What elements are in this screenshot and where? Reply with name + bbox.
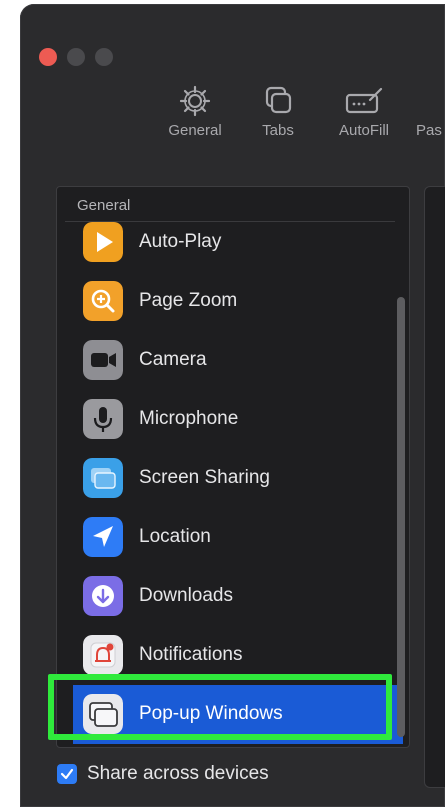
sidebar-item-page-zoom[interactable]: Page Zoom xyxy=(57,272,397,331)
autofill-icon xyxy=(345,87,383,114)
sidebar-item-downloads[interactable]: Downloads xyxy=(57,567,397,626)
settings-detail-panel xyxy=(424,186,445,788)
section-header-general: General xyxy=(77,197,131,214)
minimize-window-button[interactable] xyxy=(67,48,85,66)
gear-icon xyxy=(179,85,211,117)
zoom-icon xyxy=(83,281,123,321)
popup-windows-icon xyxy=(83,694,123,734)
toolbar-autofill-button[interactable]: AutoFill xyxy=(324,84,404,139)
sidebar-item-label: Page Zoom xyxy=(139,290,238,311)
toolbar-passwords-button[interactable]: Pas xyxy=(416,84,445,139)
toolbar-passwords-label: Pas xyxy=(416,122,442,139)
location-icon xyxy=(83,517,123,557)
sidebar-item-label: Pop-up Windows xyxy=(139,703,283,724)
toolbar-tabs-label: Tabs xyxy=(262,122,294,139)
toolbar-tabs-button[interactable]: Tabs xyxy=(238,84,318,139)
toolbar-general-label: General xyxy=(168,122,222,139)
sidebar-item-microphone[interactable]: Microphone xyxy=(57,390,397,449)
toolbar-general-button[interactable]: General xyxy=(155,84,235,139)
safari-settings-window: General Tabs AutoFill Pas General Auto-P… xyxy=(20,4,445,807)
website-settings-list: General Auto-Play Page Zoom Camera Micro… xyxy=(56,186,410,748)
sidebar-item-label: Microphone xyxy=(139,408,239,429)
sidebar-item-label: Screen Sharing xyxy=(139,467,270,488)
sidebar-item-label: Camera xyxy=(139,349,207,370)
sidebar-item-label: Notifications xyxy=(139,644,243,665)
screen: General Tabs AutoFill Pas General Auto-P… xyxy=(0,0,445,807)
checkmark-icon xyxy=(60,768,74,780)
play-icon xyxy=(83,222,123,262)
sidebar-item-auto-play[interactable]: Auto-Play xyxy=(57,213,397,272)
tabs-icon xyxy=(265,86,292,114)
share-across-devices-label: Share across devices xyxy=(87,763,269,784)
screen-sharing-icon xyxy=(83,458,123,498)
share-across-devices-checkbox[interactable] xyxy=(57,764,77,784)
list-scrollbar[interactable] xyxy=(397,297,405,737)
sidebar-item-notifications[interactable]: Notifications xyxy=(57,626,397,685)
microphone-icon xyxy=(83,399,123,439)
sidebar-item-label: Location xyxy=(139,526,211,547)
notifications-icon xyxy=(83,635,123,675)
sidebar-item-location[interactable]: Location xyxy=(57,508,397,567)
camera-icon xyxy=(83,340,123,380)
sidebar-item-label: Auto-Play xyxy=(139,231,222,252)
sidebar-item-screen-sharing[interactable]: Screen Sharing xyxy=(57,449,397,508)
share-across-devices-option[interactable]: Share across devices xyxy=(57,762,269,786)
zoom-window-button[interactable] xyxy=(95,48,113,66)
toolbar-autofill-label: AutoFill xyxy=(338,122,390,139)
sidebar-item-label: Downloads xyxy=(139,585,233,606)
sidebar-item-popup-windows[interactable]: Pop-up Windows xyxy=(73,685,403,744)
downloads-icon xyxy=(83,576,123,616)
close-window-button[interactable] xyxy=(39,48,57,66)
sidebar-item-camera[interactable]: Camera xyxy=(57,331,397,390)
